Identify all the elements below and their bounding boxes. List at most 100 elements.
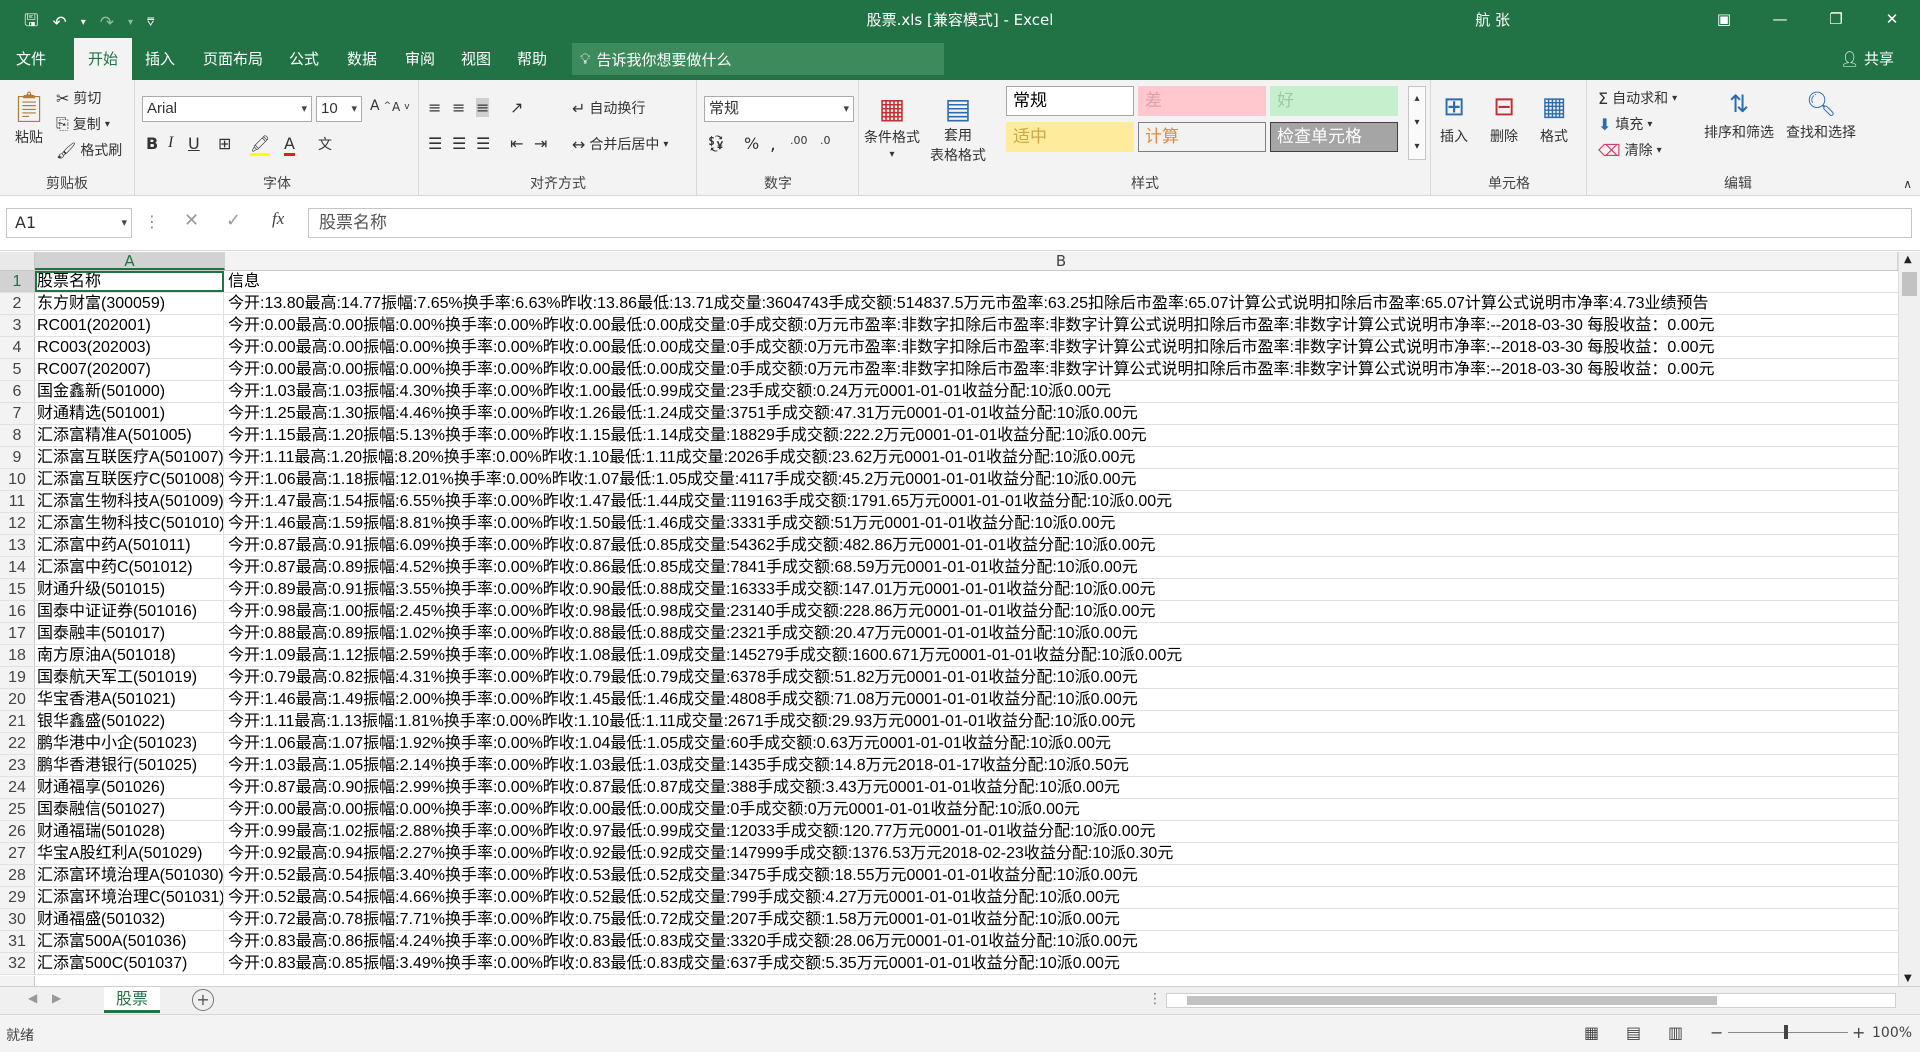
- cell-b[interactable]: 今开:0.87最高:0.89振幅:4.52%换手率:0.00%昨收:0.86最低…: [225, 557, 1138, 578]
- row-header[interactable]: 18: [0, 645, 35, 666]
- merge-center-button[interactable]: ↔ 合并后居中 ▾: [572, 134, 668, 154]
- cell-b[interactable]: 今开:0.00最高:0.00振幅:0.00%换手率:0.00%昨收:0.00最低…: [225, 315, 1715, 336]
- cell-a[interactable]: RC003(202003): [35, 337, 224, 358]
- more-options-icon[interactable]: ⋮: [144, 212, 160, 231]
- cell-a[interactable]: 国金鑫新(501000): [35, 381, 224, 402]
- cell-a[interactable]: 汇添富互联医疗A(501007): [35, 447, 224, 468]
- cell-b[interactable]: 今开:0.92最高:0.94振幅:2.27%换手率:0.00%昨收:0.92最低…: [225, 843, 1173, 864]
- decrease-font-icon[interactable]: Av: [392, 100, 410, 114]
- name-box[interactable]: A1: [6, 208, 132, 238]
- cell-b[interactable]: 今开:0.89最高:0.91振幅:3.55%换手率:0.00%昨收:0.90最低…: [225, 579, 1156, 600]
- tab-page-layout[interactable]: 页面布局: [196, 38, 270, 80]
- tab-view[interactable]: 视图: [452, 38, 500, 80]
- underline-icon[interactable]: U: [188, 134, 200, 153]
- enter-icon[interactable]: ✓: [226, 210, 241, 231]
- row-header[interactable]: 1: [0, 271, 35, 292]
- share-button[interactable]: 👤︎ 共享: [1840, 38, 1894, 80]
- row-header[interactable]: [0, 976, 35, 986]
- row-header[interactable]: 16: [0, 601, 35, 622]
- cell-a[interactable]: 国泰融信(501027): [35, 799, 224, 820]
- tell-me-search[interactable]: 💡︎ 告诉我你想要做什么: [572, 43, 944, 75]
- row-header[interactable]: 25: [0, 799, 35, 820]
- vertical-scroll-thumb[interactable]: [1902, 272, 1917, 296]
- cell-a[interactable]: 汇添富环境治理C(501031): [35, 887, 224, 908]
- row-header[interactable]: 27: [0, 843, 35, 864]
- tab-data[interactable]: 数据: [338, 38, 386, 80]
- cell-a[interactable]: 汇添富生物科技C(501010): [35, 513, 224, 534]
- font-color-icon[interactable]: A: [284, 134, 295, 156]
- fill-button[interactable]: ⬇ 填充 ▾: [1598, 114, 1652, 134]
- comma-icon[interactable]: ,: [770, 134, 776, 155]
- borders-icon[interactable]: ⊞: [218, 134, 231, 153]
- zoom-in-icon[interactable]: +: [1852, 1023, 1865, 1042]
- cell-b[interactable]: 今开:1.11最高:1.13振幅:1.81%换手率:0.00%昨收:1.10最低…: [225, 711, 1135, 732]
- cell-a[interactable]: 财通升级(501015): [35, 579, 224, 600]
- cell-a[interactable]: 汇添富互联医疗C(501008): [35, 469, 224, 490]
- style-normal[interactable]: 常规: [1006, 86, 1134, 116]
- cell-a[interactable]: 财通福瑞(501028): [35, 821, 224, 842]
- align-center-icon[interactable]: ☰: [452, 134, 466, 153]
- cell-a[interactable]: 汇添富精准A(501005): [35, 425, 224, 446]
- cell-b[interactable]: 今开:0.87最高:0.90振幅:2.99%换手率:0.00%昨收:0.87最低…: [225, 777, 1120, 798]
- row-header[interactable]: 30: [0, 909, 35, 930]
- cell-a[interactable]: 汇添富环境治理A(501030): [35, 865, 224, 886]
- row-header[interactable]: 22: [0, 733, 35, 754]
- row-header[interactable]: 23: [0, 755, 35, 776]
- cell-b[interactable]: 今开:0.98最高:1.00振幅:2.45%换手率:0.00%昨收:0.98最低…: [225, 601, 1156, 622]
- zoom-out-icon[interactable]: −: [1710, 1023, 1723, 1042]
- sort-filter-button[interactable]: ⇅ 排序和筛选: [1704, 90, 1774, 142]
- align-top-icon[interactable]: ≡: [428, 98, 441, 117]
- cell-b[interactable]: 今开:0.52最高:0.54振幅:4.66%换手率:0.00%昨收:0.52最低…: [225, 887, 1120, 908]
- add-sheet-icon[interactable]: +: [192, 989, 214, 1011]
- insert-function-icon[interactable]: fx: [272, 209, 284, 229]
- cell-a[interactable]: 汇添富中药A(501011): [35, 535, 224, 556]
- style-calculation[interactable]: 计算: [1138, 122, 1266, 152]
- format-cells-button[interactable]: ▦ 格式: [1540, 92, 1568, 146]
- cell-b[interactable]: 今开:1.06最高:1.18振幅:12.01%换手率:0.00%昨收:1.07最…: [225, 469, 1137, 490]
- cell-b[interactable]: 今开:0.52最高:0.54振幅:3.40%换手率:0.00%昨收:0.53最低…: [225, 865, 1138, 886]
- cell-b[interactable]: 今开:0.79最高:0.82振幅:4.31%换手率:0.00%昨收:0.79最低…: [225, 667, 1138, 688]
- scroll-up-icon[interactable]: ▲: [1904, 254, 1912, 265]
- cell-b[interactable]: 今开:1.15最高:1.20振幅:5.13%换手率:0.00%昨收:1.15最低…: [225, 425, 1147, 446]
- row-header[interactable]: 20: [0, 689, 35, 710]
- conditional-formatting-button[interactable]: ▦ 条件格式 ▾: [864, 92, 920, 160]
- vertical-scrollbar[interactable]: ▲ ▼: [1898, 252, 1920, 986]
- maximize-button[interactable]: ❐: [1808, 0, 1864, 38]
- cell-a[interactable]: 南方原油A(501018): [35, 645, 224, 666]
- cell-b[interactable]: 今开:0.00最高:0.00振幅:0.00%换手率:0.00%昨收:0.00最低…: [225, 337, 1715, 358]
- cell-b[interactable]: 今开:13.80最高:14.77振幅:7.65%换手率:6.63%昨收:13.8…: [225, 293, 1709, 314]
- cell-b[interactable]: 今开:1.06最高:1.07振幅:1.92%换手率:0.00%昨收:1.04最低…: [225, 733, 1111, 754]
- row-header[interactable]: 10: [0, 469, 35, 490]
- user-name[interactable]: 航 张: [1475, 9, 1510, 30]
- cell-a[interactable]: 国泰航天军工(501019): [35, 667, 224, 688]
- cell-b[interactable]: 今开:0.00最高:0.00振幅:0.00%换手率:0.00%昨收:0.00最低…: [225, 799, 1080, 820]
- delete-cells-button[interactable]: ⊟ 删除: [1490, 92, 1518, 146]
- percent-icon[interactable]: %: [744, 134, 759, 153]
- row-header[interactable]: 6: [0, 381, 35, 402]
- cell-a[interactable]: 财通福盛(501032): [35, 909, 224, 930]
- italic-icon[interactable]: I: [168, 134, 173, 152]
- cell-b[interactable]: 今开:0.83最高:0.86振幅:4.24%换手率:0.00%昨收:0.83最低…: [225, 931, 1138, 952]
- next-sheet-icon[interactable]: ▶: [52, 991, 61, 1005]
- style-bad[interactable]: 差: [1138, 86, 1266, 116]
- prev-sheet-icon[interactable]: ◀: [28, 991, 37, 1005]
- row-header[interactable]: 13: [0, 535, 35, 556]
- row-header[interactable]: 21: [0, 711, 35, 732]
- insert-cells-button[interactable]: ⊞ 插入: [1440, 92, 1468, 146]
- wrap-text-button[interactable]: ↵ 自动换行: [572, 98, 645, 118]
- sheet-tab[interactable]: 股票: [104, 987, 160, 1013]
- row-header[interactable]: 2: [0, 293, 35, 314]
- tab-insert[interactable]: 插入: [136, 38, 184, 80]
- increase-decimal-icon[interactable]: .00: [790, 134, 808, 147]
- cell-a[interactable]: 财通福享(501026): [35, 777, 224, 798]
- bold-icon[interactable]: B: [146, 134, 158, 153]
- cell-a[interactable]: 股票名称: [35, 271, 224, 292]
- cell-a[interactable]: 汇添富中药C(501012): [35, 557, 224, 578]
- phonetic-icon[interactable]: 文: [318, 134, 332, 154]
- cell-b[interactable]: 今开:0.00最高:0.00振幅:0.00%换手率:0.00%昨收:0.00最低…: [225, 359, 1715, 380]
- gallery-scroll[interactable]: ▴ ▾ ▾: [1408, 86, 1426, 160]
- orientation-icon[interactable]: ↗: [510, 98, 523, 117]
- tab-file[interactable]: 文件: [0, 38, 62, 80]
- zoom-slider-track[interactable]: [1728, 1032, 1848, 1033]
- decrease-indent-icon[interactable]: ⇤: [510, 134, 523, 153]
